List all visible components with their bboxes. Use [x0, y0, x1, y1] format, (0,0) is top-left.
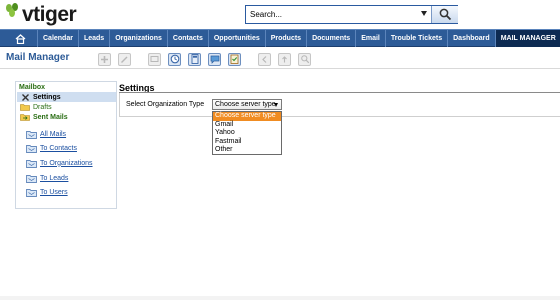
tools-icon — [20, 93, 30, 102]
sidebar-item-sent-mails[interactable]: Sent Mails — [17, 112, 116, 122]
mail-folder-icon — [26, 130, 37, 139]
sidebar-item-drafts[interactable]: Drafts — [17, 102, 116, 112]
sidebar-item-label: Settings — [33, 93, 61, 101]
sidebar-link-to-leads[interactable]: To Leads — [26, 172, 68, 184]
import-icon[interactable] — [258, 52, 271, 66]
mail-folder-icon — [26, 159, 37, 168]
inbox-icon[interactable] — [148, 52, 161, 66]
toolbar — [98, 52, 318, 66]
leaf-icon — [6, 3, 18, 17]
export-icon[interactable] — [278, 52, 291, 66]
search-input[interactable] — [247, 7, 427, 22]
mail-folder-icon — [26, 188, 37, 197]
sidebar-item-settings[interactable]: Settings — [17, 92, 116, 102]
sidebar-link-label[interactable]: To Leads — [40, 175, 68, 182]
page-bottom-edge — [0, 296, 560, 300]
search-dropdown-caret-icon[interactable] — [421, 11, 427, 16]
sidebar-item-label: Drafts — [33, 103, 52, 111]
search-icon — [439, 8, 452, 21]
server-type-selected-value: Choose server type — [215, 101, 276, 108]
sidebar-item-label: Sent Mails — [33, 113, 68, 121]
page-title: Mail Manager — [6, 52, 70, 63]
org-type-label: Select Organization Type — [126, 101, 205, 108]
sidebar-link-label[interactable]: All Mails — [40, 131, 66, 138]
mail-folder-icon — [26, 144, 37, 153]
chevron-down-icon — [274, 103, 278, 107]
nav-item-calendar[interactable]: Calendar — [37, 30, 78, 47]
nav-item-contacts[interactable]: Contacts — [166, 30, 208, 47]
mailbox-heading: Mailbox — [19, 84, 46, 91]
edit-icon[interactable] — [118, 52, 131, 66]
sidebar-link-label[interactable]: To Organizations — [40, 160, 93, 167]
nav-item-leads[interactable]: Leads — [77, 30, 109, 47]
server-type-option[interactable]: Choose server type — [213, 112, 281, 121]
nav-item-products[interactable]: Products — [264, 30, 306, 47]
search-box — [245, 5, 458, 24]
sidebar-link-label[interactable]: To Users — [40, 189, 68, 196]
calculator-icon[interactable] — [188, 52, 201, 66]
nav-item-trouble-tickets[interactable]: Trouble Tickets — [384, 30, 447, 47]
mail-folder-icon — [26, 174, 37, 183]
sidebar-link-label[interactable]: To Contacts — [40, 145, 77, 152]
server-type-select[interactable]: Choose server type — [212, 99, 282, 110]
main-nav: Calendar Leads Organizations Contacts Opport… — [0, 29, 560, 47]
toolbar-divider — [0, 68, 560, 69]
sidebar-link-to-users[interactable]: To Users — [26, 186, 68, 198]
nav-item-opportunities[interactable]: Opportunities — [207, 30, 265, 47]
server-type-option[interactable]: Yahoo — [213, 129, 281, 138]
server-type-option[interactable]: Gmail — [213, 121, 281, 130]
nav-item-mail-manager[interactable]: MAIL MANAGER — [494, 30, 560, 47]
nav-item-dashboard[interactable]: Dashboard — [447, 30, 495, 47]
server-type-option[interactable]: Other — [213, 146, 281, 155]
tasks-icon[interactable] — [228, 52, 241, 66]
nav-items: Calendar Leads Organizations Contacts Opport… — [37, 30, 560, 47]
logo-text: vtiger — [22, 3, 77, 26]
folder-icon — [20, 103, 30, 112]
server-type-option[interactable]: Fastmail — [213, 138, 281, 147]
sidebar-link-all-mails[interactable]: All Mails — [26, 128, 66, 140]
search-button[interactable] — [431, 6, 458, 23]
mailbox-sidebar: Mailbox Settings Drafts Sent Mails All M… — [15, 81, 117, 209]
history-icon[interactable] — [168, 52, 181, 66]
nav-item-documents[interactable]: Documents — [306, 30, 355, 47]
sidebar-link-to-organizations[interactable]: To Organizations — [26, 157, 93, 169]
nav-item-organizations[interactable]: Organizations — [109, 30, 167, 47]
compose-icon[interactable] — [98, 52, 111, 66]
header: vtiger — [0, 0, 560, 29]
chat-icon[interactable] — [208, 52, 221, 66]
sent-folder-icon — [20, 113, 30, 122]
find-duplicates-icon[interactable] — [298, 52, 311, 66]
server-type-options: Choose server type Gmail Yahoo Fastmail Othe… — [212, 111, 282, 155]
sidebar-link-to-contacts[interactable]: To Contacts — [26, 142, 77, 154]
vtiger-logo[interactable]: vtiger — [4, 3, 104, 27]
home-icon — [15, 33, 25, 44]
home-button[interactable] — [3, 30, 37, 47]
nav-item-email[interactable]: Email — [355, 30, 385, 47]
